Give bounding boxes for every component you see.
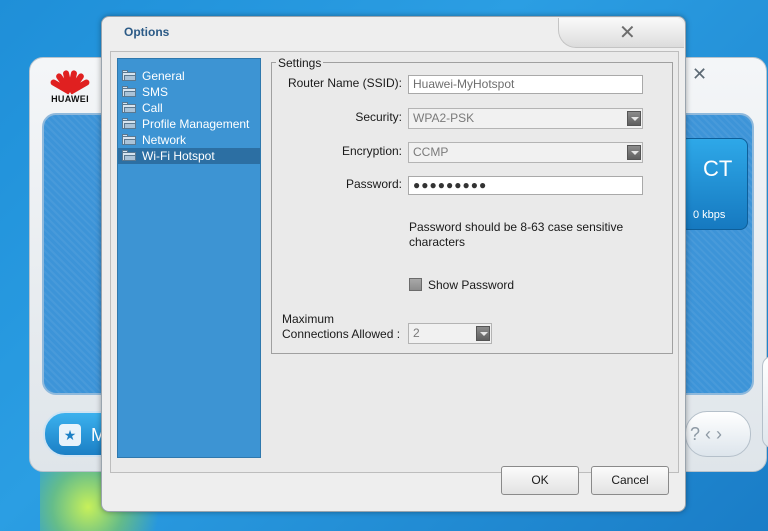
connect-button[interactable]: CT 0 kbps — [680, 138, 748, 230]
nav-item-label: SMS — [142, 85, 169, 99]
ssid-input[interactable]: Huawei-MyHotspot — [408, 75, 643, 94]
chevron-down-icon[interactable] — [627, 145, 641, 160]
security-select[interactable]: WPA2-PSK — [408, 108, 643, 129]
max-connections-label-line2: Connections Allowed : — [282, 327, 401, 341]
cancel-button[interactable]: Cancel — [591, 466, 669, 495]
folder-icon — [122, 102, 136, 113]
show-password-label[interactable]: Show Password — [428, 278, 514, 292]
star-icon: ★ — [59, 424, 81, 446]
max-connections-label-line1: Maximum — [282, 312, 335, 326]
nav-item-label: Call — [142, 101, 163, 115]
options-dialog: Options ✕ General SMS Call Profile Manag… — [101, 16, 686, 512]
folder-icon — [122, 118, 136, 129]
encryption-value: CCMP — [413, 145, 449, 159]
max-connections-label: Maximum Connections Allowed : — [282, 312, 412, 342]
security-label: Security: — [355, 110, 402, 124]
nav-item-label: Profile Management — [142, 117, 250, 131]
nav-item-sms[interactable]: SMS — [118, 84, 260, 100]
settings-group: Settings Router Name (SSID): Huawei-MyHo… — [271, 56, 673, 354]
ssid-label: Router Name (SSID): — [287, 76, 402, 90]
chevron-down-icon[interactable] — [476, 326, 490, 341]
max-connections-select[interactable]: 2 — [408, 323, 492, 344]
dialog-close-tab: ✕ — [558, 18, 684, 48]
folder-icon — [122, 150, 136, 161]
encryption-select[interactable]: CCMP — [408, 142, 643, 163]
chevron-down-icon[interactable] — [627, 111, 641, 126]
nav-item-profile-management[interactable]: Profile Management — [118, 116, 260, 132]
speed-readout: 0 kbps — [693, 209, 726, 221]
folder-icon — [122, 70, 136, 81]
password-hint: Password should be 8-63 case sensitive c… — [409, 220, 624, 249]
folder-icon — [122, 134, 136, 145]
dialog-title: Options — [124, 25, 170, 39]
security-value: WPA2-PSK — [413, 111, 475, 125]
options-nav: General SMS Call Profile Management Netw… — [117, 58, 261, 458]
connect-label: CT — [703, 156, 733, 181]
ok-button[interactable]: OK — [501, 466, 579, 495]
nav-item-label: Wi-Fi Hotspot — [142, 149, 215, 163]
background-close-icon[interactable]: ✕ — [692, 64, 707, 85]
nav-item-call[interactable]: Call — [118, 100, 260, 116]
close-icon[interactable]: ✕ — [619, 20, 636, 45]
password-label: Password: — [345, 177, 402, 191]
max-connections-value: 2 — [413, 326, 420, 340]
show-password-checkbox[interactable] — [409, 278, 422, 291]
nav-item-network[interactable]: Network — [118, 132, 260, 148]
huawei-logo: HUAWEI — [46, 64, 94, 108]
side-expand-tab[interactable]: ▶ — [762, 356, 768, 448]
settings-legend: Settings — [276, 56, 324, 70]
nav-item-label: Network — [142, 133, 187, 147]
encryption-label: Encryption: — [341, 144, 402, 158]
page-nav-arrows[interactable]: ? ‹ › — [685, 411, 751, 457]
dialog-body: General SMS Call Profile Management Netw… — [110, 51, 679, 473]
brand-text: HUAWEI — [51, 94, 89, 104]
nav-item-general[interactable]: General — [118, 68, 260, 84]
huawei-flower-icon — [48, 64, 92, 95]
nav-item-label: General — [142, 69, 185, 83]
nav-item-wifi-hotspot[interactable]: Wi-Fi Hotspot — [118, 148, 260, 164]
folder-icon — [122, 86, 136, 97]
password-field[interactable]: ●●●●●●●●● — [408, 176, 643, 195]
